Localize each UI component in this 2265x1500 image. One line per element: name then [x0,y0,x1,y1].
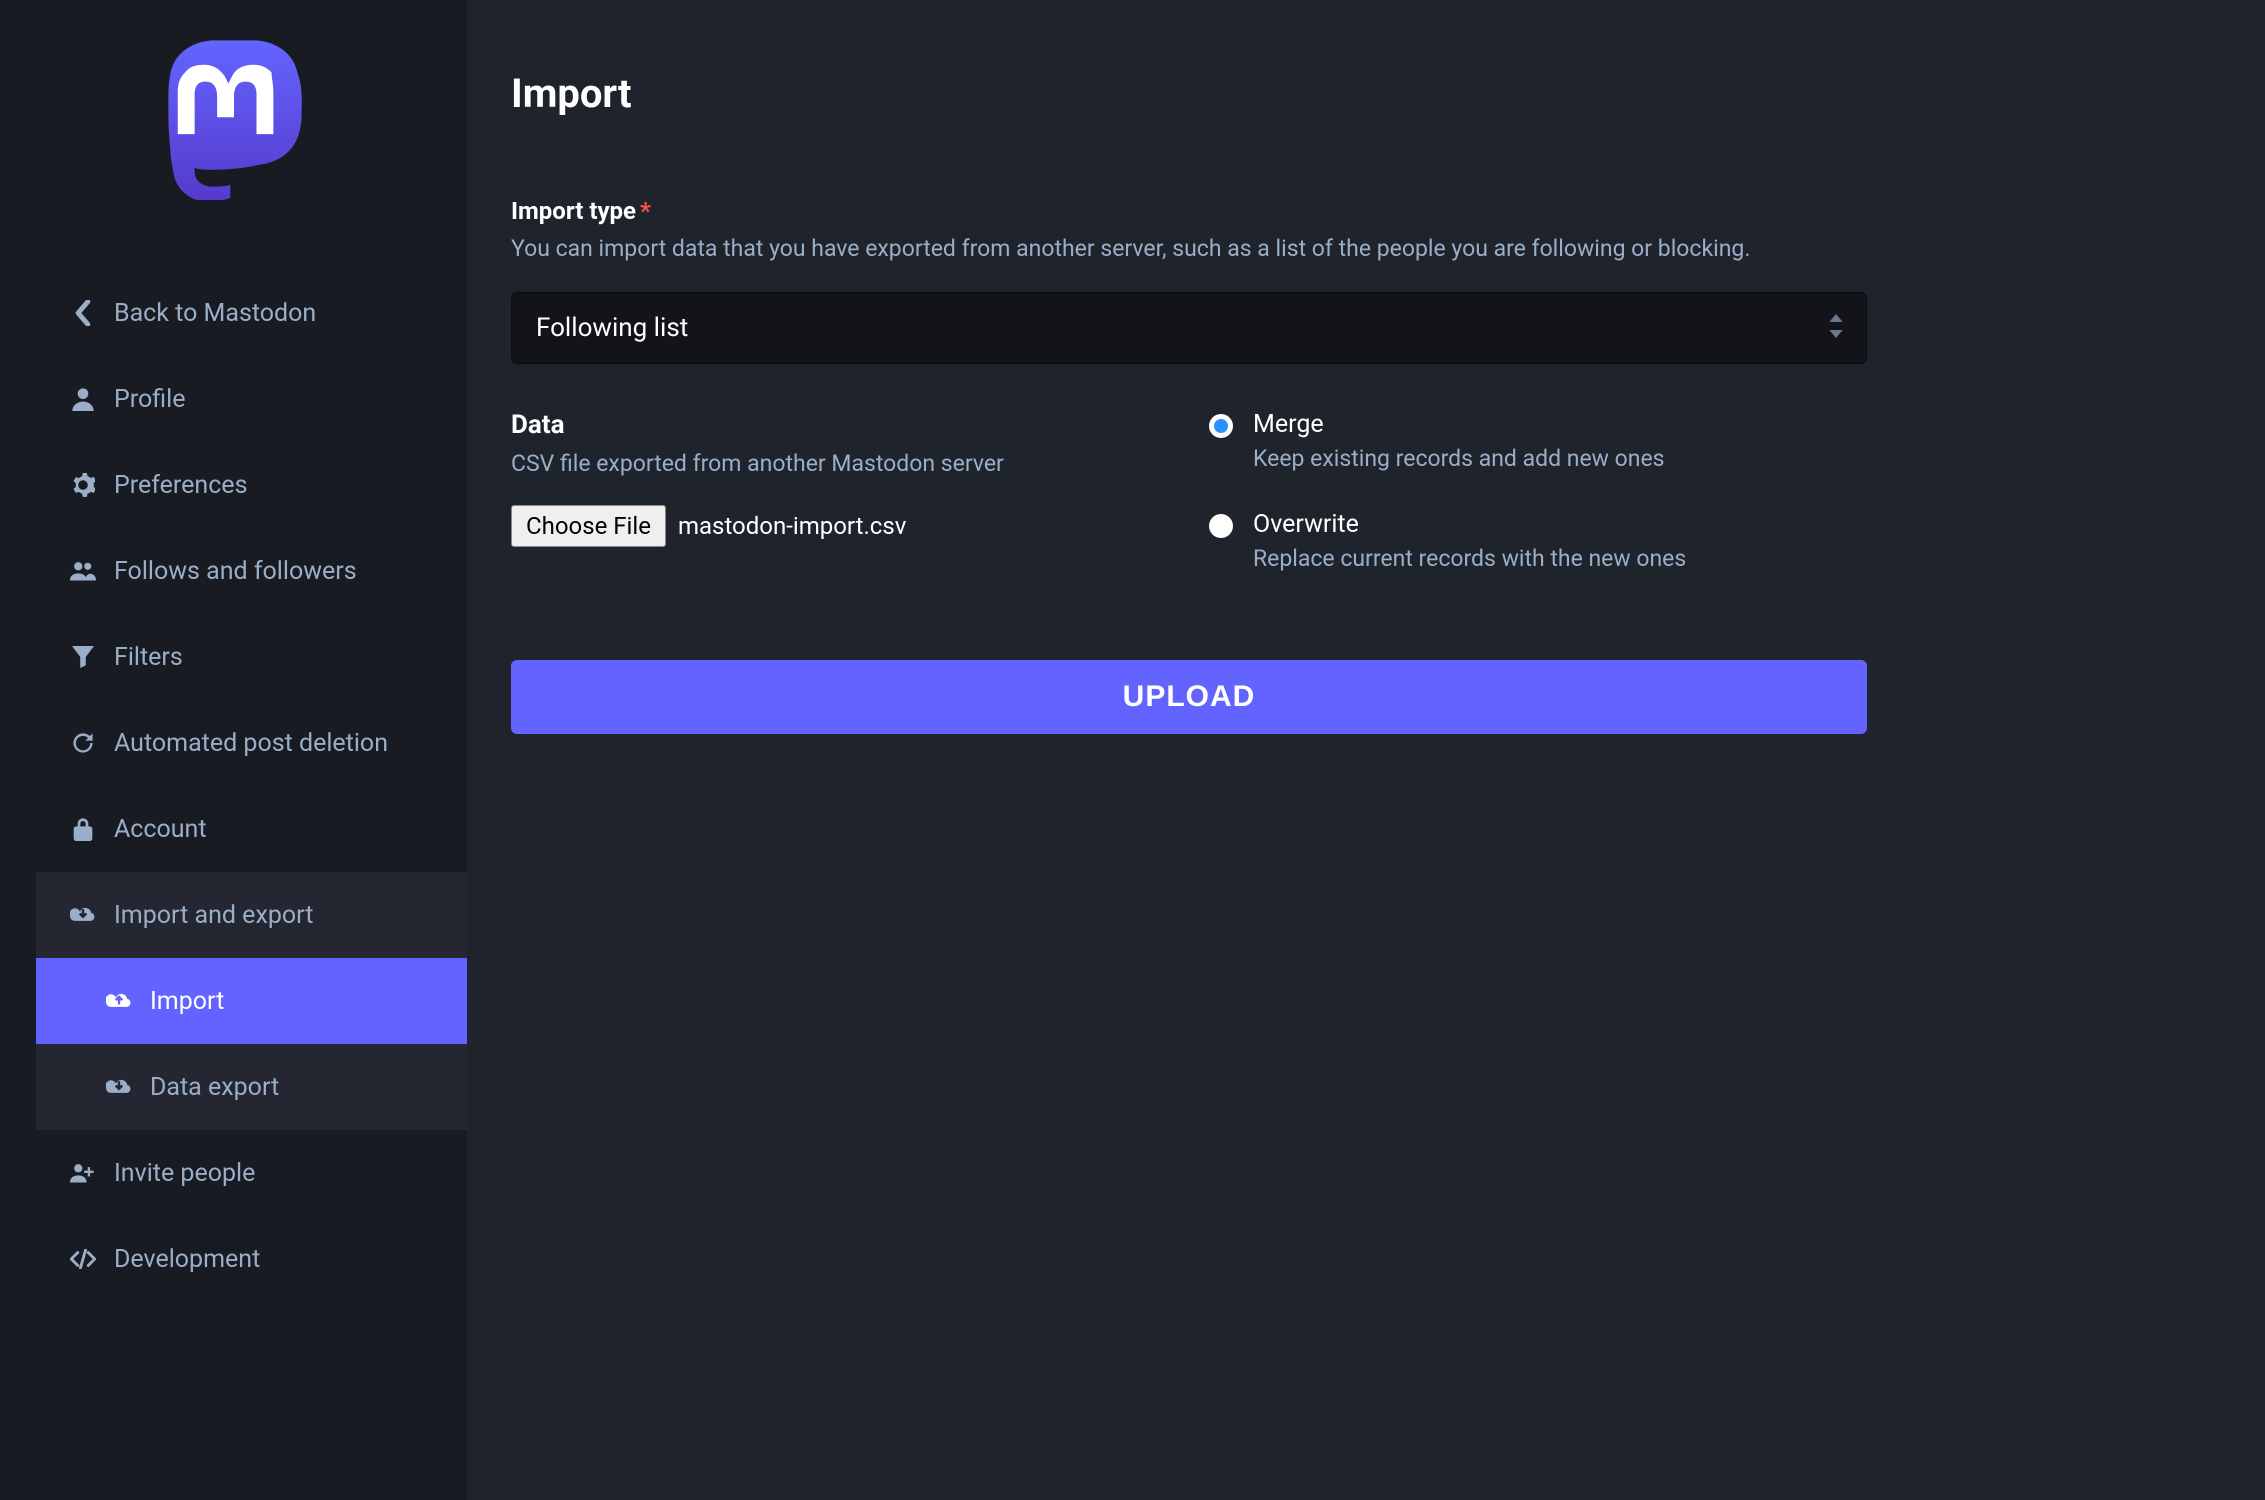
sidebar-item-profile[interactable]: Profile [0,356,467,442]
user-plus-icon [70,1162,96,1184]
upload-button[interactable]: UPLOAD [511,660,1867,734]
data-desc: CSV file exported from another Mastodon … [511,450,1169,477]
sidebar-item-label: Preferences [114,471,247,500]
logo[interactable] [0,40,467,200]
chevron-left-icon [70,300,96,326]
cloud-down-icon [106,1076,132,1098]
user-icon [70,387,96,411]
sidebar-item-account[interactable]: Account [0,786,467,872]
sidebar-item-label: Filters [114,643,183,672]
radio-merge[interactable] [1209,414,1233,438]
data-field: Data CSV file exported from another Mast… [511,410,1169,610]
required-marker: * [640,197,651,225]
filter-icon [70,646,96,668]
mode-overwrite-label: Overwrite [1253,510,1686,539]
sidebar-item-invite[interactable]: Invite people [0,1130,467,1216]
sidebar-item-import-export[interactable]: Import and export [36,872,467,958]
import-type-desc: You can import data that you have export… [511,235,1867,262]
mode-merge-desc: Keep existing records and add new ones [1253,445,1665,472]
import-type-field: Import type* You can import data that yo… [511,197,1867,364]
mode-overwrite-desc: Replace current records with the new one… [1253,545,1686,572]
sidebar-item-automated-deletion[interactable]: Automated post deletion [0,700,467,786]
sidebar-item-label: Back to Mastodon [114,299,316,328]
lock-icon [70,817,96,841]
sidebar-subitem-data-export[interactable]: Data export [36,1044,467,1130]
cloud-up-icon [106,990,132,1012]
mode-merge[interactable]: Merge Keep existing records and add new … [1209,410,1867,472]
sidebar-item-label: Profile [114,385,185,414]
history-icon [70,731,96,755]
sidebar-item-label: Invite people [114,1159,255,1188]
sidebar-item-label: Automated post deletion [114,729,388,758]
import-type-select-wrap: Following list [511,292,1867,364]
sidebar-item-preferences[interactable]: Preferences [0,442,467,528]
cloud-down-icon [70,904,96,926]
import-type-select[interactable]: Following list [511,292,1867,364]
gear-icon [70,473,96,497]
radio-overwrite[interactable] [1209,514,1233,538]
code-icon [70,1249,96,1269]
selected-file-name: mastodon-import.csv [678,512,906,540]
users-icon [70,560,96,582]
sidebar-item-label: Account [114,815,207,844]
sidebar-item-label: Development [114,1245,260,1274]
mode-overwrite[interactable]: Overwrite Replace current records with t… [1209,510,1867,572]
sidebar: Back to Mastodon Profile Preferences Fol… [0,0,467,1500]
sidebar-item-development[interactable]: Development [0,1216,467,1302]
mastodon-logo-icon [159,40,309,200]
import-type-label: Import type* [511,197,1867,225]
choose-file-button[interactable]: Choose File [511,505,666,547]
sidebar-item-back[interactable]: Back to Mastodon [0,270,467,356]
sidebar-item-label: Import and export [114,901,313,930]
sidebar-group-import-export: Import and export Import Data export [36,872,467,1130]
data-and-mode-row: Data CSV file exported from another Mast… [511,410,1867,610]
mode-field: Merge Keep existing records and add new … [1209,410,1867,610]
sidebar-subitem-import[interactable]: Import [36,958,467,1044]
main-content: Import Import type* You can import data … [467,0,1947,1500]
sidebar-item-follows[interactable]: Follows and followers [0,528,467,614]
sidebar-subitem-label: Import [150,987,224,1016]
sidebar-item-label: Follows and followers [114,557,357,586]
sidebar-item-filters[interactable]: Filters [0,614,467,700]
data-label: Data [511,410,1169,440]
mode-merge-label: Merge [1253,410,1665,439]
sidebar-subitem-label: Data export [150,1073,279,1102]
nav: Back to Mastodon Profile Preferences Fol… [0,270,467,1302]
file-input-row: Choose File mastodon-import.csv [511,505,1169,547]
page-title: Import [511,70,1867,117]
